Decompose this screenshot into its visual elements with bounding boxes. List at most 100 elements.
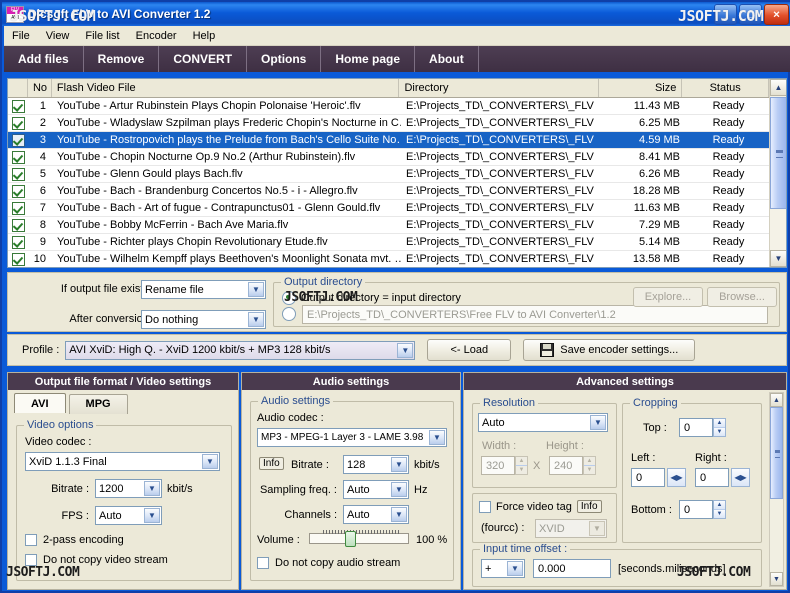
file-list[interactable]: No Flash Video File Directory Size Statu… [7, 78, 787, 268]
table-row[interactable]: 6 YouTube - Bach - Brandenburg Concertos … [8, 183, 786, 200]
chevron-down-icon[interactable]: ▼ [589, 521, 605, 536]
two-pass-checkbox[interactable] [25, 534, 37, 546]
explore-button[interactable]: Explore... [633, 287, 703, 307]
sampling-freq-select[interactable]: Auto ▼ [343, 480, 409, 499]
row-checkbox[interactable] [8, 200, 28, 216]
browse-button[interactable]: Browse... [707, 287, 777, 307]
output-directory-path[interactable]: E:\Projects_TD\_CONVERTERS\Free FLV to A… [302, 305, 768, 324]
maximize-button[interactable]: □ [739, 4, 762, 25]
check-icon[interactable] [11, 150, 25, 164]
scrollbar-thumb[interactable] [770, 407, 783, 499]
row-checkbox[interactable] [8, 183, 28, 199]
video-bitrate-select[interactable]: 1200 ▼ [95, 479, 162, 498]
check-icon[interactable] [11, 167, 25, 181]
scrollbar-thumb[interactable] [770, 97, 786, 209]
file-list-body[interactable]: 1 YouTube - Artur Rubinstein Plays Chopin… [8, 98, 786, 267]
save-encoder-settings-button[interactable]: Save encoder settings... [523, 339, 696, 361]
no-copy-audio-row[interactable]: Do not copy audio stream [257, 557, 400, 569]
chevron-down-icon[interactable]: ▼ [397, 342, 414, 358]
about-button[interactable]: About [415, 46, 479, 72]
video-codec-select[interactable]: XviD 1.1.3 Final ▼ [25, 452, 220, 471]
output-dir-same-radio-row[interactable]: Output directory = input directory [282, 291, 461, 305]
row-checkbox[interactable] [8, 132, 28, 148]
chevron-down-icon[interactable]: ▼ [248, 282, 264, 297]
minimize-button[interactable]: _ [714, 4, 737, 25]
file-list-scrollbar[interactable]: ▲ ▼ [769, 79, 786, 267]
two-pass-row[interactable]: 2-pass encoding [25, 534, 124, 546]
table-row[interactable]: 5 YouTube - Glenn Gould plays Bach.flv E:\… [8, 166, 786, 183]
width-stepper[interactable]: ▲ ▼ [515, 456, 528, 475]
check-icon[interactable] [11, 184, 25, 198]
crop-top-input[interactable]: 0 [679, 418, 713, 437]
chevron-down-icon[interactable]: ▼ [590, 415, 606, 430]
menu-help[interactable]: Help [185, 28, 224, 44]
row-checkbox[interactable] [8, 149, 28, 165]
offset-value-input[interactable]: 0.000 [533, 559, 611, 578]
check-icon[interactable] [11, 99, 25, 113]
options-button[interactable]: Options [247, 46, 322, 72]
volume-slider[interactable] [309, 530, 409, 547]
audio-info-button[interactable]: Info [259, 457, 284, 470]
fourcc-select[interactable]: XVID ▼ [535, 519, 607, 538]
menu-file[interactable]: File [4, 28, 38, 44]
table-row[interactable]: 8 YouTube - Bobby McFerrin - Bach Ave Mar… [8, 217, 786, 234]
radio-output-same-as-input[interactable] [282, 291, 296, 305]
volume-slider-track[interactable] [309, 533, 409, 544]
check-icon[interactable] [11, 116, 25, 130]
row-checkbox[interactable] [8, 166, 28, 182]
row-checkbox[interactable] [8, 217, 28, 233]
chevron-down-icon[interactable]: ▼ [391, 507, 407, 522]
scroll-down-icon[interactable]: ▼ [770, 572, 783, 586]
check-icon[interactable] [11, 133, 25, 147]
after-conversion-select[interactable]: Do nothing ▼ [141, 310, 266, 329]
row-checkbox[interactable] [8, 234, 28, 250]
table-row[interactable]: 9 YouTube - Richter plays Chopin Revoluti… [8, 234, 786, 251]
scroll-up-icon[interactable]: ▲ [770, 393, 783, 407]
header-flash-video-file[interactable]: Flash Video File [52, 79, 400, 97]
table-row[interactable]: 10 YouTube - Wilhelm Kempff plays Beethov… [8, 251, 786, 267]
height-stepper[interactable]: ▲ ▼ [583, 456, 596, 475]
force-video-tag-checkbox[interactable] [479, 500, 491, 513]
add-files-button[interactable]: Add files [4, 46, 84, 72]
row-checkbox[interactable] [8, 115, 28, 131]
fourcc-info-button[interactable]: Info [576, 500, 602, 513]
radio-output-custom[interactable] [282, 307, 296, 324]
tab-avi[interactable]: AVI [14, 393, 66, 413]
no-copy-video-checkbox[interactable] [25, 554, 37, 566]
remove-button[interactable]: Remove [84, 46, 160, 72]
crop-bottom-stepper[interactable]: ▲ ▼ [713, 500, 726, 519]
header-size[interactable]: Size [599, 79, 683, 97]
height-input[interactable]: 240 [549, 456, 583, 475]
radio-output-custom-dot[interactable] [282, 307, 296, 321]
audio-bitrate-select[interactable]: 128 ▼ [343, 455, 409, 474]
table-row[interactable]: 4 YouTube - Chopin Nocturne Op.9 No.2 (Ar… [8, 149, 786, 166]
check-icon[interactable] [11, 201, 25, 215]
crop-top-stepper[interactable]: ▲ ▼ [713, 418, 726, 437]
table-row[interactable]: 1 YouTube - Artur Rubinstein Plays Chopin… [8, 98, 786, 115]
chevron-down-icon[interactable]: ▼ [202, 454, 218, 469]
crop-left-stepper[interactable]: ◀▶ [667, 468, 686, 487]
chevron-down-icon[interactable]: ▼ [144, 508, 160, 523]
menu-view[interactable]: View [38, 28, 78, 44]
tab-mpg[interactable]: MPG [68, 394, 128, 414]
crop-left-input[interactable]: 0 [631, 468, 665, 487]
audio-codec-select[interactable]: MP3 - MPEG-1 Layer 3 - LAME 3.98 ▼ [257, 428, 447, 447]
scroll-up-icon[interactable]: ▲ [770, 79, 786, 96]
chevron-down-icon[interactable]: ▼ [429, 430, 445, 445]
chevron-down-icon[interactable]: ▼ [391, 482, 407, 497]
home-page-button[interactable]: Home page [321, 46, 416, 72]
menu-encoder[interactable]: Encoder [128, 28, 185, 44]
row-checkbox[interactable] [8, 98, 28, 114]
offset-sign-select[interactable]: + ▼ [481, 559, 525, 578]
resolution-select[interactable]: Auto ▼ [478, 413, 608, 432]
check-icon[interactable] [11, 235, 25, 249]
menu-file-list[interactable]: File list [77, 28, 127, 44]
profile-select[interactable]: AVI XviD: High Q. - XviD 1200 kbit/s + M… [65, 340, 416, 360]
crop-right-input[interactable]: 0 [695, 468, 729, 487]
header-status[interactable]: Status [682, 79, 770, 97]
advanced-panel-scrollbar[interactable]: ▲ ▼ [769, 392, 784, 587]
no-copy-audio-checkbox[interactable] [257, 557, 269, 569]
convert-button[interactable]: CONVERT [159, 46, 248, 72]
table-row[interactable]: 2 YouTube - Wladyslaw Szpilman plays Fred… [8, 115, 786, 132]
table-row[interactable]: 3 YouTube - Rostropovich plays the Prelud… [8, 132, 786, 149]
